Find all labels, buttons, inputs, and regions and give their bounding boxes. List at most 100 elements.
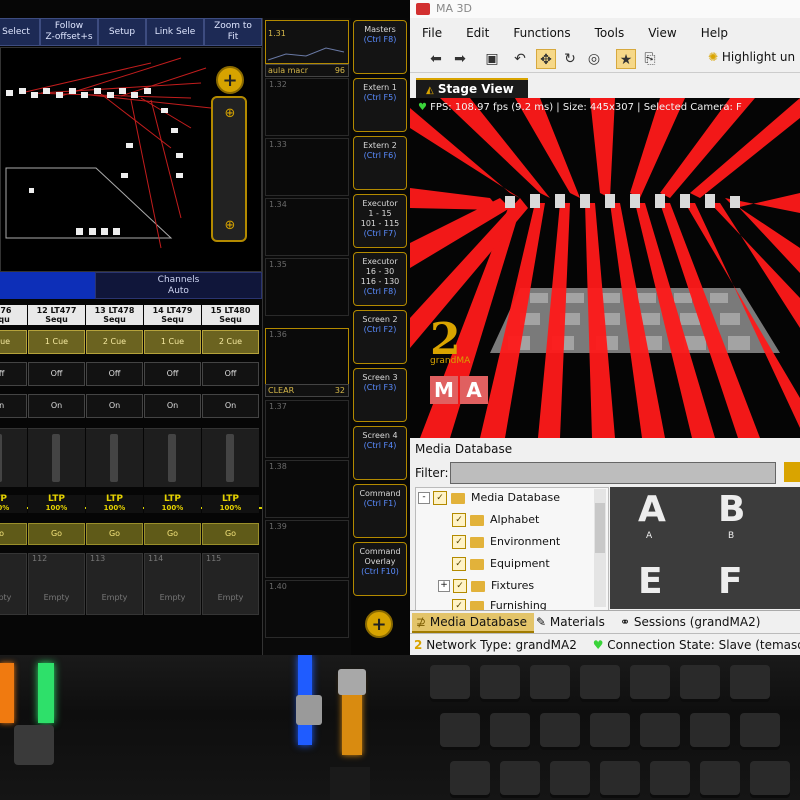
move-icon[interactable]: ✥ [536,49,556,69]
add-view-button[interactable]: + [216,66,244,94]
highlight-toggle[interactable]: ✺ Highlight un [708,50,795,64]
executor-479[interactable]: 14 LT479 Sequ 1 Cue Off On LTP 100% Go 114… [144,305,201,645]
macro-slot[interactable]: 1.35 [265,258,349,316]
checkbox[interactable]: ✓ [452,513,466,527]
on-button[interactable]: On [86,394,143,418]
screen-3-button[interactable]: Screen 3 (Ctrl F3) [353,368,407,422]
menu-tools[interactable]: Tools [583,22,637,44]
checkbox[interactable]: ✓ [433,491,447,505]
macro-slot[interactable]: 1.34 [265,198,349,256]
collapse-icon[interactable]: - [418,492,430,504]
tree-item-media-database[interactable]: - ✓ Media Database [418,488,560,508]
macro-slot[interactable]: 1.40 [265,580,349,638]
on-button[interactable]: On [202,394,259,418]
stage-view-tab[interactable]: ◭ Stage View [416,78,528,98]
rotate-icon[interactable]: ↻ [560,49,580,69]
command-overlay-button[interactable]: Command Overlay (Ctrl F10) [353,542,407,596]
empty-slot[interactable]: 115 Empty [202,553,259,615]
macro-slot[interactable]: 1.32 [265,78,349,136]
checkbox[interactable]: ✓ [452,535,466,549]
macro-1-31[interactable]: 1.31 [265,20,349,64]
add-button[interactable]: + [365,610,393,638]
back-arrow-icon[interactable]: ⬅ [426,49,446,69]
fader-track[interactable] [110,434,118,482]
off-button[interactable]: Off [144,362,201,386]
menu-help[interactable]: Help [689,22,740,44]
checkbox[interactable]: ✓ [452,557,466,571]
thumb-letter-f[interactable]: F [718,561,743,602]
fader-track[interactable] [226,434,234,482]
executor-fader[interactable] [28,428,85,487]
menu-view[interactable]: View [636,22,688,44]
extern-1-button[interactable]: Extern 1 (Ctrl F5) [353,78,407,132]
go-button[interactable]: Go [28,523,85,545]
save-icon[interactable]: ▣ [482,49,502,69]
executor-16-30-button[interactable]: Executor 16 - 30 116 - 130 (Ctrl F8) [353,252,407,306]
screen-2-button[interactable]: Screen 2 (Ctrl F2) [353,310,407,364]
executor-1-15-button[interactable]: Executor 1 - 15 101 - 115 (Ctrl F7) [353,194,407,248]
forward-arrow-icon[interactable]: ➡ [450,49,470,69]
zoom-out-icon[interactable]: ⊕ [222,218,238,234]
executor-fader[interactable] [86,428,143,487]
grid-view-icon[interactable] [784,462,800,482]
macro-slot[interactable]: 1.33 [265,138,349,196]
on-button[interactable]: On [0,394,27,418]
empty-slot[interactable]: 112 Empty [28,553,85,615]
clear-macro[interactable]: CLEAR 32 [265,384,349,397]
menu-file[interactable]: File [410,22,454,44]
on-button[interactable]: On [144,394,201,418]
cue-count[interactable]: 2 Cue [0,330,27,354]
tab-materials[interactable]: ✎ Materials [532,613,605,631]
executor-477[interactable]: 12 LT477 Sequ 1 Cue Off On LTP 100% Go 112… [28,305,85,645]
extern-2-button[interactable]: Extern 2 (Ctrl F6) [353,136,407,190]
empty-slot[interactable]: 113 Empty [86,553,143,615]
off-button[interactable]: Off [0,362,27,386]
menu-edit[interactable]: Edit [454,22,501,44]
cue-count[interactable]: 1 Cue [144,330,201,354]
off-button[interactable]: Off [202,362,259,386]
tree-item-equipment[interactable]: ✓ Equipment [452,554,550,574]
checkbox[interactable]: ✓ [453,579,467,593]
fader-track[interactable] [52,434,60,482]
macro-slot[interactable]: 1.39 [265,520,349,578]
tree-item-environment[interactable]: ✓ Environment [452,532,560,552]
zoom-slider[interactable]: ⊕ ⊕ [211,96,247,242]
cue-count[interactable]: 1 Cue [28,330,85,354]
undo-icon[interactable]: ↶ [510,49,530,69]
macro-slot[interactable]: 1.36 [265,328,349,386]
executor-fader[interactable] [144,428,201,487]
zoom-to-fit-button[interactable]: Zoom to Fit [204,18,262,46]
on-button[interactable]: On [28,394,85,418]
macro-slot[interactable]: 1.37 [265,400,349,458]
executor-478[interactable]: 13 LT478 Sequ 2 Cue Off On LTP 100% Go 113… [86,305,143,645]
fader-track[interactable] [0,434,2,482]
command-button[interactable]: Command (Ctrl F1) [353,484,407,538]
masters-button[interactable]: Masters (Ctrl F8) [353,20,407,74]
off-button[interactable]: Off [28,362,85,386]
filter-input[interactable] [450,462,776,484]
thumb-letter-a[interactable]: A [638,489,666,530]
go-button[interactable]: Go [202,523,259,545]
tree-item-alphabet[interactable]: ✓ Alphabet [452,510,539,530]
empty-slot[interactable]: 114 Empty [144,553,201,615]
menu-functions[interactable]: Functions [501,22,582,44]
tree-scrollbar[interactable] [594,489,606,607]
star-icon[interactable]: ★ [616,49,636,69]
expand-icon[interactable]: + [438,580,450,592]
screen-4-button[interactable]: Screen 4 (Ctrl F4) [353,426,407,480]
stage-view[interactable]: ♥ FPS: 108.97 fps (9.2 ms) | Size: 445x3… [410,98,800,438]
link-selection-button[interactable]: Link Sele [146,18,204,46]
target-icon[interactable]: ◎ [584,49,604,69]
empty-slot[interactable]: 111Empty [0,553,27,615]
go-button[interactable]: Go [86,523,143,545]
tree-item-furnishing[interactable]: ✓ Furnishing [452,596,547,610]
cue-count[interactable]: 2 Cue [202,330,259,354]
macro-slot[interactable]: 1.38 [265,460,349,518]
go-button[interactable]: Go [0,523,27,545]
executor-fader[interactable] [0,428,27,487]
executor-bar-selector[interactable] [0,272,95,299]
fader-track[interactable] [168,434,176,482]
executor-480[interactable]: 15 LT480 Sequ 2 Cue Off On LTP 100% Go 115… [202,305,259,645]
cue-count[interactable]: 2 Cue [86,330,143,354]
thumb-letter-b[interactable]: B [718,489,745,530]
